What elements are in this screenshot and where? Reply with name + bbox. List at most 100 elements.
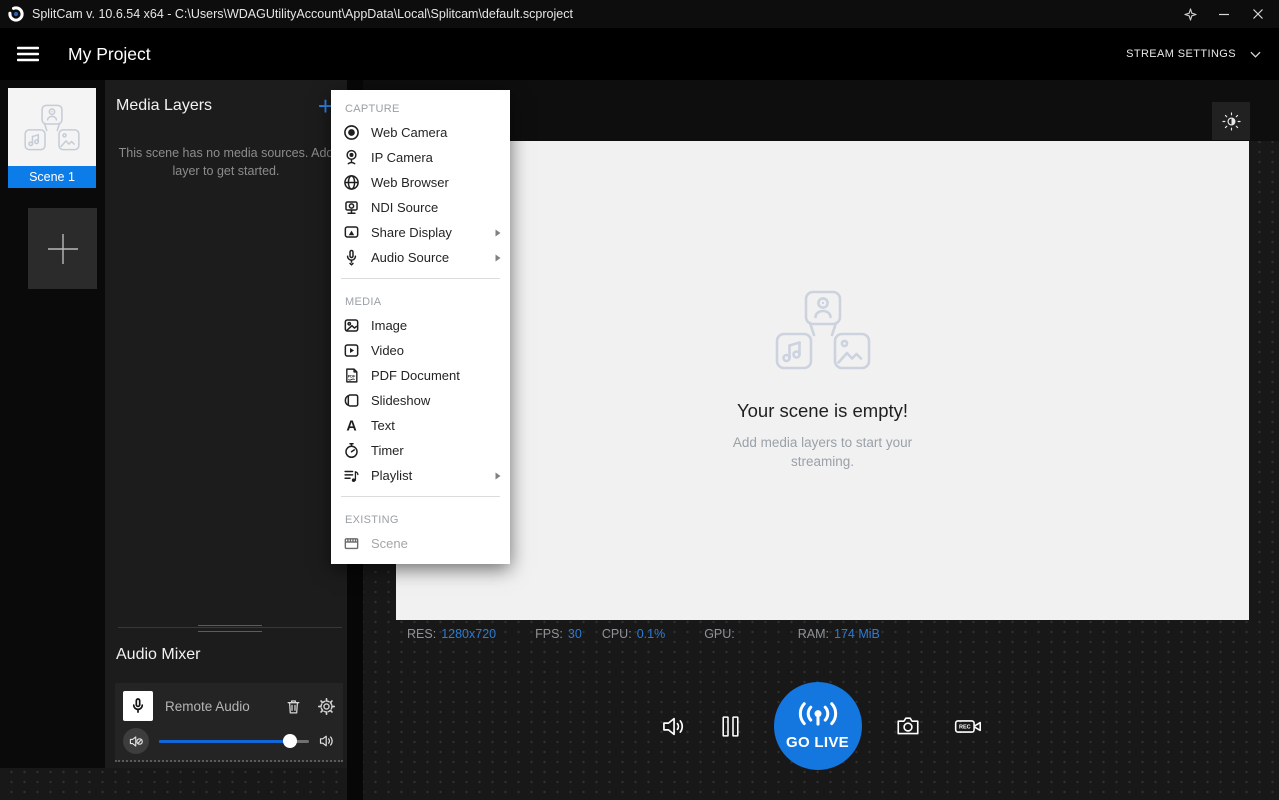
speaker-max-icon [319,733,335,749]
menu-item-timer[interactable]: Timer [331,438,510,463]
window-title: SplitCam v. 10.6.54 x64 - C:\Users\WDAGU… [32,7,573,21]
title-bar: SplitCam v. 10.6.54 x64 - C:\Users\WDAGU… [0,0,1279,28]
ndi-source-icon [343,199,360,216]
app-header: My Project STREAM SETTINGS [0,28,1279,80]
status-resolution: RES: 1280x720 [407,627,496,641]
menu-item-image[interactable]: Image [331,313,510,338]
text-icon: A [343,417,360,434]
empty-scene-title: Your scene is empty! [737,400,908,422]
audio-channel-name: Remote Audio [165,699,269,714]
stream-settings-button[interactable]: STREAM SETTINGS [1126,48,1279,60]
menu-item-slideshow[interactable]: Slideshow [331,388,510,413]
gear-icon [318,698,335,715]
volume-slider[interactable] [159,734,309,748]
brightness-icon [1222,112,1241,131]
splitcam-window: SplitCam v. 10.6.54 x64 - C:\Users\WDAGU… [0,0,1279,800]
splitcam-logo-icon [7,5,25,23]
pause-icon [720,714,741,739]
menu-item-web-browser[interactable]: Web Browser [331,170,510,195]
camera-icon [895,713,921,739]
speaker-icon [660,713,687,740]
menu-item-ip-camera[interactable]: IP Camera [331,145,510,170]
minimize-button[interactable] [1209,0,1239,28]
scene-preview-canvas[interactable]: Your scene is empty! Add media layers to… [396,141,1249,620]
svg-text:A: A [346,418,356,434]
media-layers-panel: Media Layers + This scene has no media s… [105,80,347,768]
delete-channel-button[interactable] [285,698,302,715]
status-bar: RES: 1280x720 FPS: 30 CPU: 0.1% GPU: RAM… [363,620,1279,648]
scene-card[interactable]: Scene 1 [8,88,96,188]
stream-settings-label: STREAM SETTINGS [1126,48,1236,60]
go-live-label: GO LIVE [786,734,849,751]
add-scene-button[interactable] [28,208,97,289]
pdf-document-icon: PDF [343,367,360,384]
svg-text:PDF: PDF [348,375,356,379]
volume-slider-knob[interactable] [283,734,297,748]
media-layers-title: Media Layers [116,97,316,115]
web-browser-icon [343,174,360,191]
empty-scene-subtitle: Add media layers to start your streaming… [728,434,918,470]
status-cpu: CPU: 0.1% [602,627,665,641]
menu-item-text[interactable]: A Text [331,413,510,438]
timer-icon [343,442,360,459]
menu-section-capture: CAPTURE [331,94,510,120]
status-gpu: GPU: [704,627,740,641]
chevron-down-icon [1250,51,1261,58]
hamburger-menu-icon[interactable] [0,28,56,80]
menu-item-ndi-source[interactable]: NDI Source [331,195,510,220]
media-layers-empty-text: This scene has no media sources. Add lay… [117,144,335,180]
scene-icon [343,535,360,552]
menu-section-media: MEDIA [331,287,510,313]
video-icon [343,342,360,359]
menu-item-audio-source[interactable]: Audio Source [331,245,510,270]
menu-item-web-camera[interactable]: Web Camera [331,120,510,145]
microphone-icon [123,691,153,721]
audio-mixer-title: Audio Mixer [116,646,200,664]
channel-settings-button[interactable] [318,698,335,715]
menu-item-scene[interactable]: Scene [331,531,510,556]
ip-camera-icon [343,149,360,166]
scene-name-badge: Scene 1 [8,166,96,188]
menu-item-video[interactable]: Video [331,338,510,363]
status-ram: RAM: 174 MiB [798,627,880,641]
page-title: My Project [68,44,151,65]
menu-section-existing: EXISTING [331,505,510,531]
status-fps: FPS: 30 [535,627,582,641]
brightness-toggle-button[interactable] [1212,102,1250,140]
broadcast-icon [798,702,838,730]
slideshow-icon [343,392,360,409]
pause-button[interactable] [720,714,741,739]
scene-thumbnail[interactable] [8,88,96,166]
record-button[interactable]: REC [954,713,983,740]
scenes-strip: Scene 1 [0,80,105,768]
audio-mixer-channel: Remote Audio [115,683,343,762]
add-layer-menu: CAPTURE Web Camera IP Camera [331,90,510,564]
menu-item-pdf-document[interactable]: PDF PDF Document [331,363,510,388]
menu-item-share-display[interactable]: Share Display [331,220,510,245]
audio-output-button[interactable] [660,713,687,740]
menu-separator [341,278,500,279]
share-display-icon [343,224,360,241]
pin-on-top-icon[interactable] [1175,0,1205,28]
web-camera-icon [343,124,360,141]
go-live-button[interactable]: GO LIVE [774,682,862,770]
broadcast-controls: GO LIVE REC [363,662,1279,790]
svg-text:REC: REC [958,724,970,730]
panel-resize-handle[interactable] [118,627,342,628]
menu-item-playlist[interactable]: Playlist [331,463,510,488]
rec-icon: REC [954,713,983,740]
submenu-arrow-icon [494,254,502,262]
snapshot-button[interactable] [895,713,921,739]
content-area: Scene 1 Media Layers + This scene has no… [0,80,1279,800]
submenu-arrow-icon [494,472,502,480]
close-button[interactable] [1243,0,1273,28]
audio-source-icon [343,249,360,266]
empty-scene-icon [775,290,871,375]
submenu-arrow-icon [494,229,502,237]
mute-button[interactable] [123,728,149,754]
plus-icon [46,232,80,266]
speaker-muted-icon [129,734,144,749]
playlist-icon [343,467,360,484]
image-icon [343,317,360,334]
trash-icon [285,698,302,715]
